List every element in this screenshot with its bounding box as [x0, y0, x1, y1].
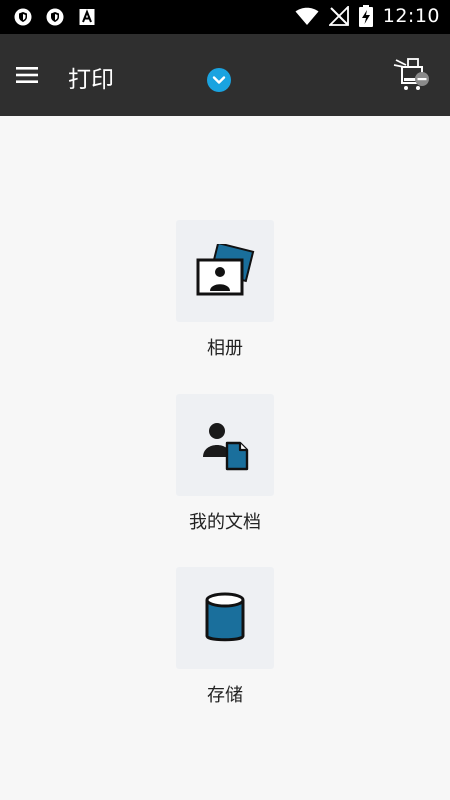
printer-disconnected-icon[interactable] [392, 56, 432, 96]
person-document-icon [203, 423, 249, 471]
status-bar-left [14, 8, 96, 26]
page-title: 打印 [68, 67, 114, 93]
tile-icon-box [176, 567, 274, 669]
wifi-icon [295, 7, 319, 25]
tile-icon-box [176, 394, 274, 496]
status-bar-right: 12:10 [295, 5, 440, 27]
app-bar: 打印 [0, 34, 450, 116]
status-time: 12:10 [382, 5, 440, 27]
chevron-down-icon [212, 76, 226, 84]
photo-album-icon [196, 244, 255, 296]
shield-icon [14, 8, 32, 26]
tile-label: 存储 [207, 685, 243, 706]
tile-label: 相册 [207, 338, 243, 359]
text-a-icon [79, 9, 95, 25]
hamburger-menu-icon[interactable] [14, 62, 40, 88]
shield-icon [46, 8, 64, 26]
main-content: 相册 我的文档 存储 [0, 116, 450, 800]
tile-label: 我的文档 [189, 512, 261, 533]
battery-charging-icon [358, 5, 373, 27]
tile-icon-box [176, 220, 274, 322]
title-dropdown-button[interactable] [207, 68, 231, 92]
no-signal-icon [328, 6, 349, 26]
tile-my-documents[interactable]: 我的文档 [176, 394, 274, 534]
status-bar: 12:10 [0, 0, 450, 34]
tile-photo-album[interactable]: 相册 [176, 220, 274, 360]
tile-storage[interactable]: 存储 [176, 567, 274, 707]
storage-cylinder-icon [205, 592, 245, 642]
